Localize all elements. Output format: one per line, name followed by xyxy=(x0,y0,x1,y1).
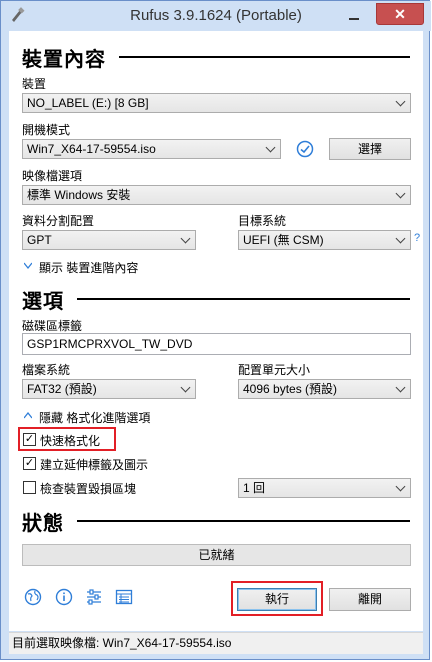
chevron-down-icon xyxy=(395,233,406,244)
select-image-button[interactable]: 選擇 xyxy=(329,138,411,160)
device-value: NO_LABEL (E:) [8 GB] xyxy=(27,96,149,110)
highlight-box-quick-format xyxy=(18,427,116,451)
extended-label-checkbox[interactable]: ✓ xyxy=(23,457,36,470)
target-system-label: 目標系統 xyxy=(238,214,287,228)
chevron-down-icon[interactable] xyxy=(24,262,32,270)
device-advanced-toggle[interactable]: 顯示 裝置進階內容 xyxy=(39,259,138,276)
image-option-label: 映像檔選項 xyxy=(22,169,83,183)
partition-scheme-label: 資料分割配置 xyxy=(22,214,95,228)
globe-icon[interactable] xyxy=(24,588,42,606)
bad-blocks-checkbox[interactable] xyxy=(23,481,36,494)
section-divider xyxy=(77,520,410,522)
image-option-dropdown[interactable]: 標準 Windows 安裝 xyxy=(22,185,411,205)
progress-bar: 已就緒 xyxy=(22,544,411,566)
file-system-label: 檔案系統 xyxy=(22,363,71,377)
format-advanced-toggle[interactable]: 隱藏 格式化進階選項 xyxy=(39,409,150,426)
exit-button[interactable]: 離開 xyxy=(329,588,411,611)
log-icon[interactable] xyxy=(115,588,133,606)
main-panel: 裝置內容 裝置 NO_LABEL (E:) [8 GB] 開機模式 Win7_X… xyxy=(9,31,423,631)
device-label: 裝置 xyxy=(22,77,47,91)
section-divider xyxy=(119,56,410,58)
cluster-size-label: 配置單元大小 xyxy=(238,363,311,377)
image-option-value: 標準 Windows 安裝 xyxy=(27,188,131,202)
chevron-down-icon xyxy=(395,96,406,107)
highlight-box-start xyxy=(231,581,323,616)
status-bar: 目前選取映像檔: Win7_X64-17-59554.iso xyxy=(9,632,423,654)
volume-label-input[interactable]: GSP1RMCPRXVOL_TW_DVD xyxy=(22,333,411,355)
chevron-down-icon xyxy=(180,382,191,393)
boot-selection-label: 開機模式 xyxy=(22,123,71,137)
section-heading-device: 裝置內容 xyxy=(22,49,106,71)
passes-value: 1 回 xyxy=(243,481,266,495)
section-heading-status: 狀態 xyxy=(22,513,64,535)
cluster-size-dropdown[interactable]: 4096 bytes (預設) xyxy=(238,379,411,399)
file-system-value: FAT32 (預設) xyxy=(27,382,97,396)
partition-scheme-dropdown[interactable]: GPT xyxy=(22,230,196,250)
verify-check-icon[interactable] xyxy=(296,140,314,158)
extended-label-label[interactable]: 建立延伸標籤及圖示 xyxy=(40,456,148,473)
help-icon[interactable]: ? xyxy=(414,232,420,244)
rufus-window: Rufus 3.9.1624 (Portable) ✕ 裝置內容 裝置 NO_L… xyxy=(0,0,431,660)
file-system-dropdown[interactable]: FAT32 (預設) xyxy=(22,379,196,399)
boot-selection-value: Win7_X64-17-59554.iso xyxy=(27,142,156,156)
title-bar[interactable]: Rufus 3.9.1624 (Portable) ✕ xyxy=(1,1,431,31)
settings-icon[interactable] xyxy=(85,588,103,606)
chevron-down-icon xyxy=(180,233,191,244)
info-icon[interactable] xyxy=(55,588,73,606)
section-divider xyxy=(77,298,410,300)
device-dropdown[interactable]: NO_LABEL (E:) [8 GB] xyxy=(22,93,411,113)
chevron-down-icon xyxy=(265,142,276,153)
chevron-down-icon xyxy=(395,188,406,199)
partition-scheme-value: GPT xyxy=(27,233,52,247)
target-system-value: UEFI (無 CSM) xyxy=(243,233,324,247)
section-heading-format: 選項 xyxy=(22,291,64,313)
cluster-size-value: 4096 bytes (預設) xyxy=(243,382,338,396)
chevron-down-icon xyxy=(395,481,406,492)
close-window-button[interactable]: ✕ xyxy=(376,3,424,25)
minimize-button[interactable] xyxy=(341,5,367,25)
chevron-down-icon xyxy=(395,382,406,393)
chevron-up-icon[interactable] xyxy=(24,412,32,420)
bad-blocks-label[interactable]: 檢查裝置毀損區塊 xyxy=(40,480,136,497)
boot-selection-dropdown[interactable]: Win7_X64-17-59554.iso xyxy=(22,139,281,159)
passes-dropdown[interactable]: 1 回 xyxy=(238,478,411,498)
volume-label-label: 磁碟區標籤 xyxy=(22,319,83,333)
target-system-dropdown[interactable]: UEFI (無 CSM) xyxy=(238,230,411,250)
